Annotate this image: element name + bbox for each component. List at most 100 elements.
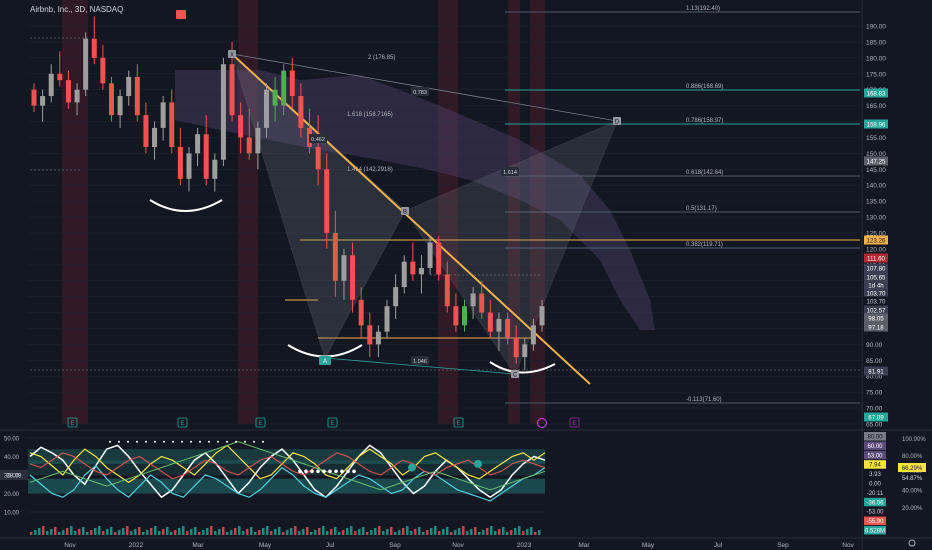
candle-body (255, 127, 261, 154)
candle-body (393, 287, 399, 307)
earnings-label: E (572, 421, 576, 427)
candle-body (401, 261, 407, 288)
osc-dot (226, 440, 228, 443)
osc-axis-tick: 40.00 (4, 455, 20, 461)
candle-body (281, 70, 287, 106)
earnings-label: E (258, 421, 262, 427)
osc-value-label: -36.06 (866, 500, 884, 506)
price-badge-label: 103.70 (867, 290, 886, 297)
volume-bar (518, 526, 521, 535)
price-tick: 130.00 (866, 215, 886, 222)
volume-bar (30, 532, 33, 535)
osc-dot (199, 440, 201, 443)
volume-bar (290, 528, 293, 535)
volume-bar (206, 528, 209, 535)
volume-bar (262, 528, 265, 535)
volume-bar (70, 526, 73, 535)
volume-bar (194, 527, 197, 535)
volume-bar (530, 527, 533, 535)
fib-label: 0.786(158.97) (686, 118, 723, 124)
osc-percent-tick: 80.00% (902, 454, 923, 460)
price-badge-label: 103.70 (867, 298, 886, 305)
volume-bar (354, 531, 357, 535)
time-label: May (642, 542, 655, 549)
volume-bar (478, 532, 481, 535)
volume-bar (418, 527, 421, 535)
price-tick: 175.00 (866, 71, 886, 78)
volume-bar (138, 527, 141, 535)
osc-dot (304, 469, 308, 474)
candle-body (324, 169, 330, 233)
volume-bar (474, 527, 477, 535)
volume-bar (394, 532, 397, 535)
candle-body (91, 38, 97, 58)
osc-axis-tick: 10.00 (4, 511, 20, 517)
candle-body (74, 89, 80, 103)
candle-body (479, 293, 485, 313)
candle-body (530, 325, 536, 345)
volume-bar (538, 530, 541, 535)
osc-value-label: 7.94 (869, 463, 881, 469)
volume-bar (114, 532, 117, 535)
price-tick: 65.00 (866, 422, 883, 429)
volume-bar (306, 527, 309, 535)
osc-percent-label: 66.29% (902, 466, 923, 472)
volume-bar (442, 529, 445, 535)
volume-bar (110, 527, 113, 535)
osc-dot (340, 469, 344, 474)
volume-bar (66, 528, 69, 535)
time-label: Nov (64, 542, 76, 549)
volume-bar (434, 526, 437, 535)
candle-body (358, 299, 364, 326)
price-badge-label: 81.91 (868, 368, 884, 375)
volume-bar (130, 531, 133, 535)
volume-bar (174, 530, 177, 535)
osc-dot (118, 440, 120, 443)
price-badge-label: 158.96 (867, 121, 886, 128)
volume-bar (398, 530, 401, 535)
volume-bar (326, 531, 329, 535)
candle-body (332, 232, 338, 281)
osc-band (28, 460, 545, 475)
candle-body (350, 255, 356, 300)
volume-bar (234, 528, 237, 535)
osc-dot (235, 440, 237, 443)
volume-bar (490, 526, 493, 535)
volume-bar (482, 530, 485, 535)
price-badge-label: 147.25 (867, 158, 886, 165)
candle-body (203, 134, 209, 179)
chart-canvas[interactable]: 1.13(192.40) 2 (176.85) 0.886(168.69) 0.786… (0, 0, 932, 550)
volume-bar (282, 532, 285, 535)
price-badge-label: 168.83 (867, 90, 886, 97)
candle-body (143, 115, 149, 147)
candle-body (246, 137, 252, 154)
fib-label: 1.13(192.40) (686, 6, 720, 12)
volume-bar (494, 531, 497, 535)
price-tick: 85.00 (866, 358, 883, 365)
earnings-label: E (330, 421, 334, 427)
osc-value-label: 80.00 (867, 435, 883, 441)
candle-body (513, 338, 519, 358)
candle-body (315, 146, 321, 170)
time-label: 2022 (129, 542, 144, 549)
time-label: Sep (777, 542, 789, 549)
candle-body (108, 83, 114, 116)
volume-bar (142, 532, 145, 535)
volume-bar (462, 526, 465, 535)
volume-bar (222, 527, 225, 535)
ratio-label: 1.046 (413, 359, 427, 365)
volume-bar (94, 528, 97, 535)
candle-body (169, 102, 175, 147)
fib-label: 0.5(131.17) (686, 206, 717, 212)
price-badge-label: 97.18 (868, 324, 884, 331)
candle-body (126, 76, 132, 97)
candle-body (436, 242, 442, 275)
price-badge-label: 107.80 (867, 265, 886, 272)
volume-bar (318, 528, 321, 535)
candle-body (83, 38, 89, 90)
volume-bar (386, 529, 389, 535)
price-tick: 135.00 (866, 199, 886, 206)
osc-dot (172, 440, 174, 443)
price-badge-label: 1d 4h (868, 282, 884, 289)
fib-label: 0.618(142.64) (686, 170, 723, 176)
